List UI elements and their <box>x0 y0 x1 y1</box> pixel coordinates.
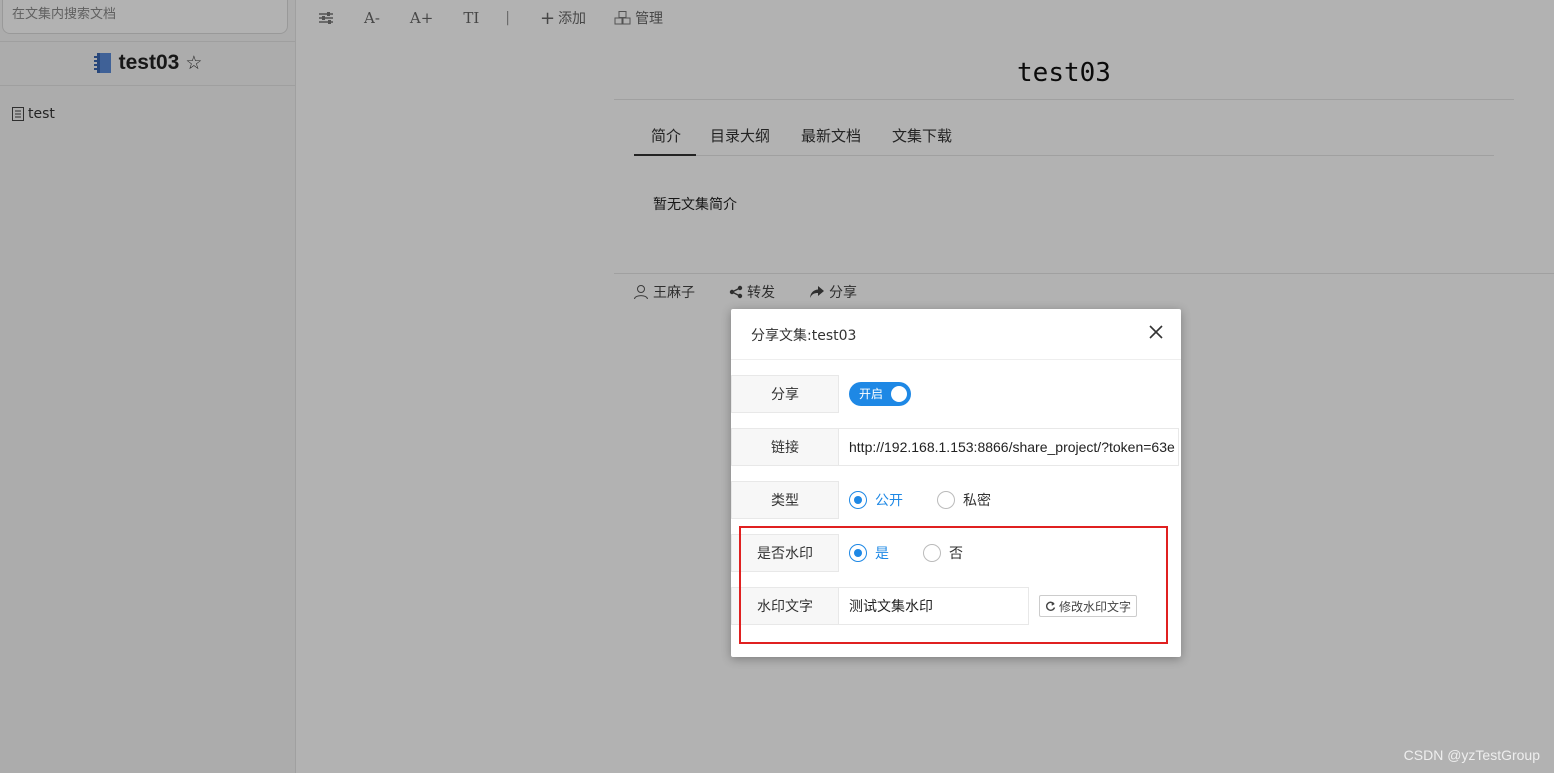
type-label: 类型 <box>731 481 839 519</box>
type-row: 类型 公开 私密 <box>731 481 1181 519</box>
radio-label: 是 <box>875 546 889 562</box>
refresh-icon <box>1046 601 1056 611</box>
watermark-text-label: 水印文字 <box>731 587 839 625</box>
radio-label: 否 <box>949 546 963 562</box>
radio-watermark-no[interactable]: 否 <box>923 543 963 563</box>
modal-header: 分享文集:test03 <box>731 309 1181 360</box>
radio-circle <box>937 491 955 509</box>
watermark-label: 是否水印 <box>731 534 839 572</box>
close-icon[interactable] <box>1147 323 1165 341</box>
toggle-knob <box>891 386 907 402</box>
radio-circle <box>849 491 867 509</box>
modal-title: 分享文集:test03 <box>751 328 857 344</box>
edit-watermark-label: 修改水印文字 <box>1059 599 1132 614</box>
watermark-text-field[interactable]: 测试文集水印 <box>839 587 1029 625</box>
share-modal: 分享文集:test03 分享 开启 链接 http://192.168.1.15… <box>731 309 1181 657</box>
share-link-field[interactable]: http://192.168.1.153:8866/share_project/… <box>839 428 1179 466</box>
page-watermark: CSDN @yzTestGroup <box>1403 747 1540 763</box>
link-label: 链接 <box>731 428 839 466</box>
radio-watermark-yes[interactable]: 是 <box>849 543 889 563</box>
link-row: 链接 http://192.168.1.153:8866/share_proje… <box>731 428 1181 466</box>
radio-label: 私密 <box>963 493 991 509</box>
radio-circle <box>923 544 941 562</box>
share-label: 分享 <box>731 375 839 413</box>
share-toggle[interactable]: 开启 <box>849 382 911 406</box>
radio-public[interactable]: 公开 <box>849 490 903 510</box>
radio-circle <box>849 544 867 562</box>
watermark-row: 是否水印 是 否 <box>731 534 1181 572</box>
watermark-text-row: 水印文字 测试文集水印 修改水印文字 <box>731 587 1181 625</box>
edit-watermark-button[interactable]: 修改水印文字 <box>1039 595 1138 617</box>
toggle-text: 开启 <box>859 387 884 401</box>
radio-private[interactable]: 私密 <box>937 490 991 510</box>
radio-label: 公开 <box>875 493 903 509</box>
share-row: 分享 开启 <box>731 375 1181 413</box>
